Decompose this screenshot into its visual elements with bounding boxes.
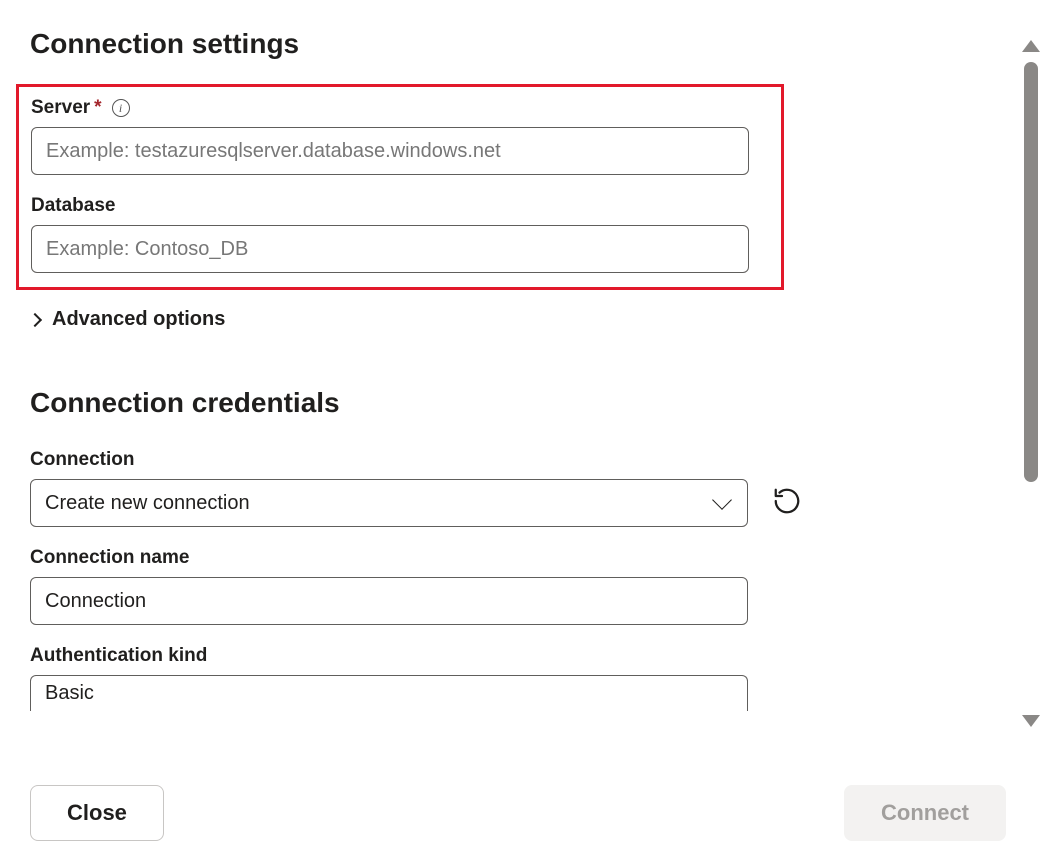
server-input[interactable] [31,127,749,175]
advanced-options-label: Advanced options [52,308,225,331]
chevron-down-icon [712,490,732,510]
scrollbar[interactable] [1018,40,1044,727]
database-input[interactable] [31,225,749,273]
info-icon[interactable]: i [112,99,130,117]
advanced-options-toggle[interactable]: Advanced options [30,304,225,335]
refresh-icon[interactable] [772,486,802,521]
database-label: Database [31,195,116,217]
close-button[interactable]: Close [30,785,164,841]
connection-select[interactable]: Create new connection [30,479,748,527]
server-db-highlight: Server* i Database [16,84,784,290]
auth-kind-label: Authentication kind [30,645,207,667]
scroll-thumb[interactable] [1024,62,1038,482]
scroll-up-icon[interactable] [1022,40,1040,52]
connection-name-input[interactable] [30,577,748,625]
connection-label: Connection [30,449,135,471]
connect-button[interactable]: Connect [844,785,1006,841]
scroll-down-icon[interactable] [1022,715,1040,727]
connection-credentials-heading: Connection credentials [30,387,970,419]
server-label: Server* [31,97,102,119]
connection-name-label: Connection name [30,547,189,569]
connection-select-value: Create new connection [45,492,250,515]
chevron-right-icon [28,312,42,326]
connection-settings-heading: Connection settings [30,28,970,60]
auth-kind-value: Basic [45,682,94,705]
auth-kind-select[interactable]: Basic [30,675,748,711]
